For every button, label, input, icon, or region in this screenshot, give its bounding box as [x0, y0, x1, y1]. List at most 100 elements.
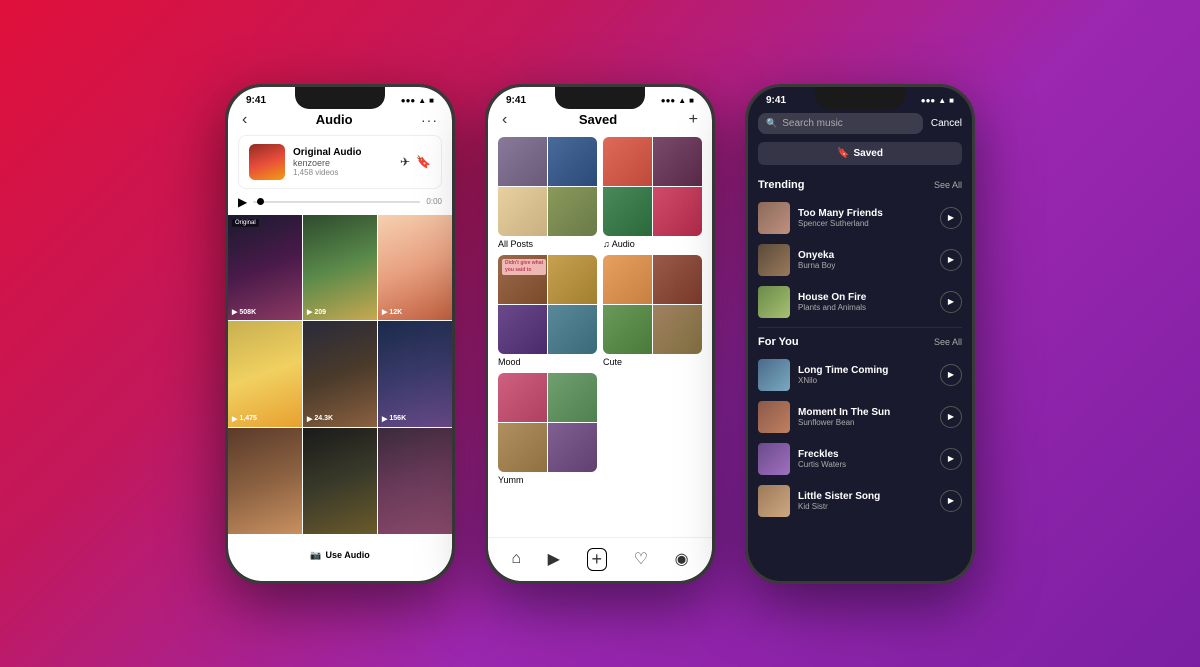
play-circle-4[interactable]: ▶ [940, 364, 962, 386]
collection-cute[interactable]: Cute [603, 255, 702, 367]
track-name-5: Moment In The Sun [798, 407, 932, 418]
track-info-5: Moment In The Sun Sunflower Bean [798, 407, 932, 427]
play-circle-3[interactable]: ▶ [940, 291, 962, 313]
phone-saved: 9:41 ●●● ▲ ■ ‹ Saved + [485, 84, 715, 584]
video-cell-7[interactable] [228, 428, 302, 534]
video-cell-1[interactable]: Original ▶ 508K [228, 215, 302, 321]
thumb-cell [603, 255, 652, 304]
track-thumb-3 [758, 286, 790, 318]
saved-header: ‹ Saved + [488, 109, 712, 137]
track-artist-1: Spencer Sutherland [798, 219, 932, 228]
status-bar-3: 9:41 ●●● ▲ ■ [748, 87, 972, 109]
collection-all-posts[interactable]: All Posts [498, 137, 597, 249]
yumm-label: Yumm [498, 475, 597, 485]
track-thumb-2 [758, 244, 790, 276]
track-thumb-1 [758, 202, 790, 234]
collection-row-3: Yumm [498, 373, 702, 485]
progress-bar[interactable] [253, 201, 420, 203]
thumb-cell [548, 187, 597, 236]
send-icon[interactable]: ✈ [400, 155, 410, 169]
saved-tab[interactable]: 🔖 Saved [758, 142, 962, 165]
back-button-2[interactable]: ‹ [502, 111, 507, 129]
video-cell-8[interactable] [303, 428, 377, 534]
all-posts-thumb [498, 137, 597, 236]
video-cell-6[interactable]: ▶ 156K [378, 321, 452, 427]
duration-label: 0:00 [426, 197, 442, 206]
for-you-see-all[interactable]: See All [934, 337, 962, 347]
search-bar[interactable]: 🔍 Search music [758, 113, 923, 134]
thumb-cell [548, 373, 597, 422]
video-views-1: ▶ 508K [232, 308, 256, 316]
collection-mood[interactable]: Didn't give whatyou said to Mood [498, 255, 597, 367]
play-circle-5[interactable]: ▶ [940, 406, 962, 428]
status-icons-2: ●●● ▲ ■ [661, 96, 694, 105]
saved-title: Saved [579, 112, 617, 127]
video-views-2: ▶ 209 [307, 308, 326, 316]
play-circle-6[interactable]: ▶ [940, 448, 962, 470]
thumb-cell [653, 305, 702, 354]
use-audio-button[interactable]: 📷 Use Audio [294, 544, 385, 567]
video-cell-9[interactable] [378, 428, 452, 534]
foryou-track-2[interactable]: Moment In The Sun Sunflower Bean ▶ [748, 396, 972, 438]
foryou-track-1[interactable]: Long Time Coming XNilo ▶ [748, 354, 972, 396]
add-button-2[interactable]: + [689, 111, 698, 129]
tab-bar-2: ⌂ ▶ + ♡ ◉ [488, 537, 712, 581]
trending-track-3[interactable]: House On Fire Plants and Animals ▶ [748, 281, 972, 323]
back-button-1[interactable]: ‹ [242, 111, 247, 129]
thumb-cell [653, 187, 702, 236]
video-grid: Original ▶ 508K ▶ 209 ▶ 12K ▶ 1,475 ▶ 24… [228, 215, 452, 534]
for-you-title: For You [758, 336, 799, 348]
tab-profile[interactable]: ◉ [675, 549, 689, 569]
thumb-cell [548, 305, 597, 354]
video-cell-4[interactable]: ▶ 1,475 [228, 321, 302, 427]
track-name-2: Onyeka [798, 250, 932, 261]
collection-row-2: Didn't give whatyou said to Mood Cute [498, 255, 702, 367]
collection-audio[interactable]: ♫ Audio [603, 137, 702, 249]
collections-grid: All Posts ♫ Audio [488, 137, 712, 517]
track-thumb-7 [758, 485, 790, 517]
play-circle-1[interactable]: ▶ [940, 207, 962, 229]
tab-home[interactable]: ⌂ [511, 550, 521, 568]
play-circle-2[interactable]: ▶ [940, 249, 962, 271]
foryou-track-3[interactable]: Freckles Curtis Waters ▶ [748, 438, 972, 480]
audio-track-card: Original Audio kenzoere 1,458 videos ✈ 🔖 [238, 135, 442, 189]
original-badge: Original [232, 219, 259, 227]
track-info-6: Freckles Curtis Waters [798, 449, 932, 469]
track-info-2: Onyeka Burna Boy [798, 250, 932, 270]
cancel-button[interactable]: Cancel [931, 118, 962, 129]
thumb-cell [603, 187, 652, 236]
video-cell-5[interactable]: ▶ 24.3K [303, 321, 377, 427]
video-cell-2[interactable]: ▶ 209 [303, 215, 377, 321]
all-posts-label: All Posts [498, 239, 597, 249]
trending-track-1[interactable]: Too Many Friends Spencer Sutherland ▶ [748, 197, 972, 239]
track-name: Original Audio [293, 147, 392, 158]
trending-see-all[interactable]: See All [934, 180, 962, 190]
tab-new-post[interactable]: + [587, 548, 608, 571]
trending-track-2[interactable]: Onyeka Burna Boy ▶ [748, 239, 972, 281]
audio-title: Audio [316, 112, 353, 127]
track-videos: 1,458 videos [293, 168, 392, 177]
thumb-cell [548, 137, 597, 186]
thumb-cell [548, 255, 597, 304]
play-circle-7[interactable]: ▶ [940, 490, 962, 512]
foryou-track-4[interactable]: Little Sister Song Kid Sistr ▶ [748, 480, 972, 522]
collection-yumm[interactable]: Yumm [498, 373, 597, 485]
audio-header: ‹ Audio ··· [228, 109, 452, 135]
wifi-icon-3: ▲ [938, 96, 946, 105]
track-artist-4: XNilo [798, 376, 932, 385]
status-icons-1: ●●● ▲ ■ [401, 96, 434, 105]
play-button[interactable]: ▶ [238, 195, 247, 209]
more-button-1[interactable]: ··· [421, 112, 438, 128]
section-divider [758, 327, 962, 328]
tab-reels[interactable]: ▶ [548, 549, 560, 569]
video-cell-3[interactable]: ▶ 12K [378, 215, 452, 321]
status-bar-2: 9:41 ●●● ▲ ■ [488, 87, 712, 109]
search-placeholder: Search music [782, 118, 843, 129]
signal-icon-3: ●●● [921, 96, 936, 105]
bookmark-icon[interactable]: 🔖 [416, 155, 431, 169]
thumb-cell [653, 255, 702, 304]
audio-music-icon: ♫ [603, 239, 612, 249]
phone-audio: 9:41 ●●● ▲ ■ ‹ Audio ··· Original Audio … [225, 84, 455, 584]
tab-heart[interactable]: ♡ [634, 549, 648, 569]
status-time-3: 9:41 [766, 95, 786, 106]
